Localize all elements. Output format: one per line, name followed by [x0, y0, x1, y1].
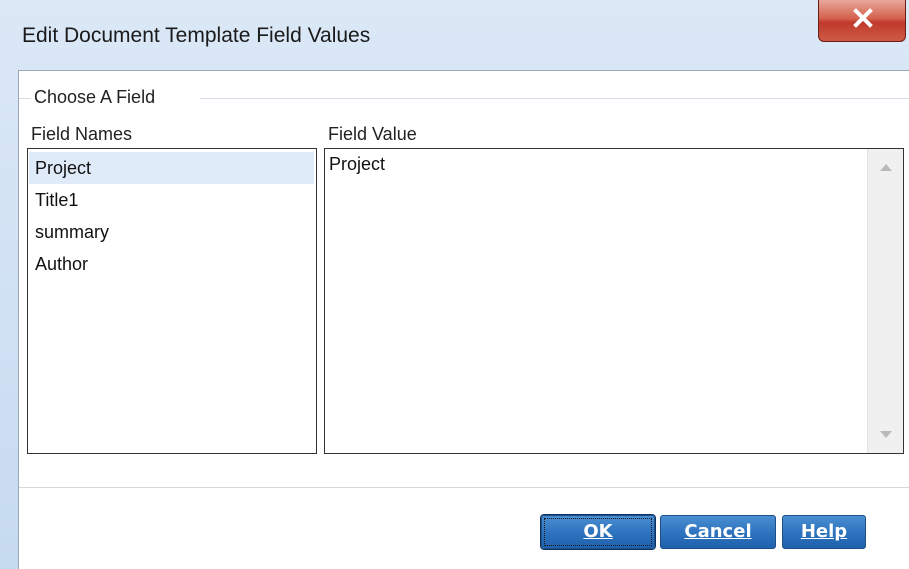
groupbox-label: Choose A Field — [34, 87, 164, 108]
button-separator — [19, 487, 909, 488]
scroll-down-arrow-icon — [880, 431, 892, 438]
help-button[interactable]: Help — [782, 515, 866, 549]
title-bar[interactable]: Edit Document Template Field Values — [0, 0, 909, 75]
field-value-header: Field Value — [328, 124, 417, 144]
groupbox-border — [19, 98, 31, 99]
list-item-title1[interactable]: Title1 — [29, 184, 314, 216]
field-names-list[interactable]: Project Title1 summary Author — [27, 148, 317, 454]
list-item-summary[interactable]: summary — [29, 216, 314, 248]
vertical-scrollbar[interactable] — [867, 149, 903, 453]
field-value-text: Project — [329, 154, 386, 174]
close-icon — [853, 8, 873, 28]
scroll-up-arrow-icon — [880, 164, 892, 171]
dialog-window: Edit Document Template Field Values Choo… — [0, 0, 909, 569]
ok-button[interactable]: OK — [541, 515, 655, 549]
cancel-button[interactable]: Cancel — [660, 515, 776, 549]
list-item-author[interactable]: Author — [29, 248, 314, 280]
scroll-up-button[interactable] — [868, 149, 903, 185]
close-button[interactable] — [818, 0, 906, 42]
field-names-header: Field Names — [31, 124, 133, 144]
list-item-project[interactable]: Project — [29, 152, 314, 184]
scroll-down-button[interactable] — [868, 417, 903, 453]
field-value-textarea[interactable]: Project — [324, 148, 904, 454]
window-title: Edit Document Template Field Values — [22, 24, 371, 47]
groupbox-border — [200, 98, 909, 99]
